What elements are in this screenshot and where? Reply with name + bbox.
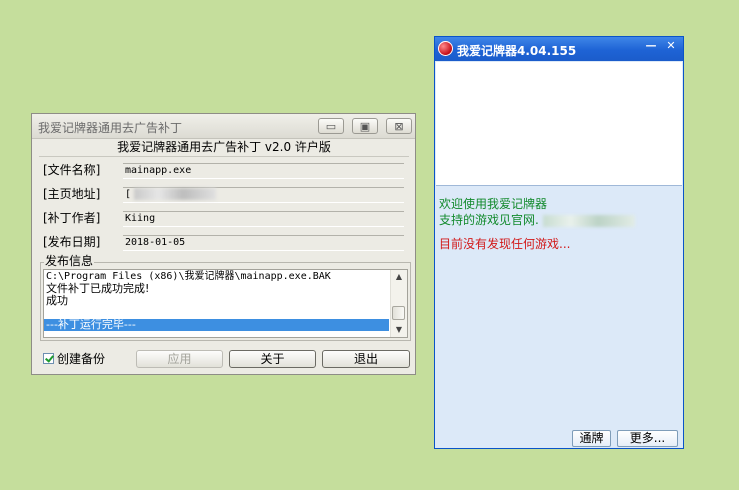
create-backup-label: 创建备份	[57, 352, 106, 366]
app-close-button[interactable]: ✕	[661, 39, 681, 53]
patcher-title: 我爱记牌器通用去广告补丁	[38, 121, 183, 135]
tongpai-button[interactable]: 通牌	[572, 430, 611, 447]
exit-button[interactable]: 退出	[322, 350, 410, 368]
minimize-button[interactable]: ▭	[318, 118, 344, 134]
log-scrollbar[interactable]: ▲ ▼	[390, 270, 407, 337]
redacted-link[interactable]	[542, 214, 635, 227]
maximize-button[interactable]: ▣	[352, 118, 378, 134]
app-logo-icon	[438, 41, 453, 56]
patcher-header: 我爱记牌器通用去广告补丁 v2.0 许户版	[39, 140, 409, 157]
create-backup-checkbox[interactable]: 创建备份	[43, 350, 105, 367]
patcher-window: 我爱记牌器通用去广告补丁 ▭ ▣ ⊠ 我爱记牌器通用去广告补丁 v2.0 许户版…	[31, 113, 416, 375]
app-window: 我爱记牌器4.04.155 — ✕ 欢迎使用我爱记牌器 支持的游戏见官网. 目前…	[434, 36, 684, 449]
checkbox-checked-icon[interactable]	[43, 353, 54, 364]
scroll-down-arrow-icon[interactable]: ▼	[391, 323, 407, 337]
field-value-author: Kiing	[123, 211, 404, 227]
supported-games-message: 支持的游戏见官网.	[439, 212, 635, 228]
patcher-titlebar[interactable]: 我爱记牌器通用去广告补丁 ▭ ▣ ⊠	[32, 114, 415, 139]
supported-games-text: 支持的游戏见官网.	[439, 213, 539, 227]
field-value-filename: mainapp.exe	[123, 163, 404, 179]
homepage-bracket: [	[125, 189, 132, 200]
apply-button[interactable]: 应用	[136, 350, 223, 368]
log-line: 成功	[46, 294, 68, 307]
redacted-url	[134, 188, 217, 200]
field-value-homepage[interactable]: [	[123, 187, 404, 203]
field-label-filename: [文件名称]	[43, 163, 101, 177]
log-box[interactable]: C:\Program Files (x86)\我爱记牌器\mainapp.exe…	[43, 269, 408, 338]
scroll-up-arrow-icon[interactable]: ▲	[391, 270, 407, 284]
field-label-date: [发布日期]	[43, 235, 101, 249]
app-minimize-button[interactable]: —	[641, 39, 661, 53]
field-label-author: [补丁作者]	[43, 211, 101, 225]
scroll-thumb[interactable]	[392, 306, 405, 320]
field-value-date: 2018-01-05	[123, 235, 404, 251]
field-label-homepage: [主页地址]	[43, 187, 101, 201]
welcome-message: 欢迎使用我爱记牌器	[439, 197, 548, 211]
app-titlebar[interactable]: 我爱记牌器4.04.155 — ✕	[435, 37, 683, 61]
log-line-selected[interactable]: ---补丁运行完毕---	[44, 319, 389, 331]
app-display-area	[436, 62, 682, 186]
more-button[interactable]: 更多...	[617, 430, 678, 447]
about-button[interactable]: 关于	[229, 350, 316, 368]
app-title: 我爱记牌器4.04.155	[457, 44, 577, 58]
release-info-label: 发布信息	[44, 254, 95, 268]
close-button[interactable]: ⊠	[386, 118, 412, 134]
no-game-message: 目前没有发现任何游戏...	[439, 237, 571, 251]
